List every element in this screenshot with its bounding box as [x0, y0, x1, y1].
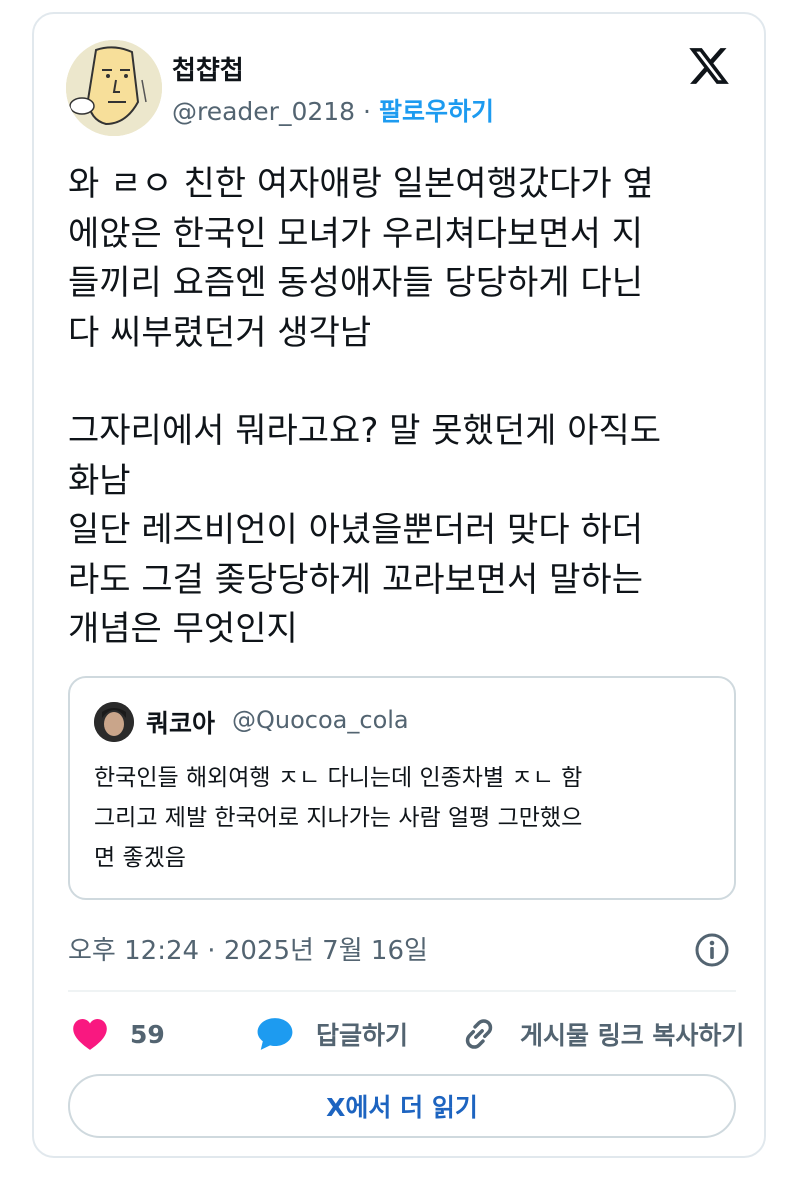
handle-separator: · — [363, 97, 371, 126]
author-avatar-image — [66, 40, 162, 136]
author-avatar[interactable] — [66, 40, 162, 136]
tweet-line: 라도 그걸 좆당당하게 꼬라보면서 말하는 — [68, 559, 643, 600]
quoted-tweet[interactable]: 쿼코아 @Quocoa_cola 한국인들 해외여행 ㅈㄴ 다니는데 인종차별 … — [68, 676, 736, 900]
reply-label: 답글하기 — [316, 1021, 409, 1050]
heart-icon — [73, 1019, 107, 1050]
copy-link-label: 게시물 링크 복사하기 — [520, 1021, 745, 1050]
quoted-line: 그리고 제발 한국어로 지나가는 사람 얼평 그만했으 — [94, 805, 583, 831]
divider — [68, 990, 736, 992]
quoted-line: 한국인들 해외여행 ㅈㄴ 다니는데 인종차별 ㅈㄴ 함 — [94, 765, 583, 791]
link-icon — [465, 1019, 493, 1049]
speech-bubble-icon — [257, 1018, 293, 1050]
x-logo-icon[interactable] — [686, 44, 732, 88]
tweet-line: 들끼리 요즘엔 동성애자들 당당하게 다닌 — [68, 263, 643, 303]
quoted-author-avatar — [94, 702, 134, 742]
tweet-line: 다 씨부렸던거 생각남 — [68, 312, 372, 353]
quoted-line: 면 좋겠음 — [94, 845, 186, 871]
tweet-line: 그자리에서 뭐라고요? 말 못했던게 아직도 — [68, 411, 662, 451]
tweet-line: 개념은 무엇인지 — [68, 609, 298, 649]
follow-button[interactable]: 팔로우하기 — [379, 97, 494, 126]
author-handle[interactable]: @reader_0218 — [172, 97, 355, 126]
author-display-name[interactable]: 첩챱첩 — [172, 50, 244, 87]
read-more-button[interactable]: X에서 더 읽기 — [68, 1074, 736, 1138]
like-button[interactable]: 59 — [72, 1010, 165, 1058]
action-bar: 59 답글하기 게시물 링크 복사하기 — [68, 1010, 748, 1058]
tweet-line: 에앉은 한국인 모녀가 우리쳐다보면서 지 — [68, 213, 643, 254]
embedded-tweet-card: 첩챱첩 @reader_0218 · 팔로우하기 와 ㄹㅇ 친한 여자애랑 일본… — [32, 12, 766, 1158]
author-handle-row: @reader_0218 · 팔로우하기 — [172, 92, 494, 128]
info-icon[interactable] — [694, 932, 730, 968]
quoted-author-name: 쿼코아 — [146, 709, 216, 738]
tweet-line: 화남 — [68, 460, 131, 501]
like-count: 59 — [130, 1019, 165, 1049]
reply-button[interactable]: 답글하기 — [256, 1010, 408, 1058]
tweet-text: 와 ㄹㅇ 친한 여자애랑 일본여행갔다가 옆 에앉은 한국인 모녀가 우리쳐다보… — [68, 160, 740, 655]
quoted-author-avatar-image — [94, 702, 134, 742]
quoted-tweet-text: 한국인들 해외여행 ㅈㄴ 다니는데 인종차별 ㅈㄴ 함 그리고 제발 한국어로 … — [94, 758, 714, 878]
tweet-timestamp[interactable]: 오후 12:24 · 2025년 7월 16일 — [68, 930, 428, 967]
tweet-line: 와 ㄹㅇ 친한 여자애랑 일본여행갔다가 옆 — [68, 164, 654, 204]
copy-link-button[interactable]: 게시물 링크 복사하기 — [460, 1010, 744, 1058]
tweet-line: 일단 레즈비언이 아녔을뿐더러 맞다 하더 — [68, 510, 643, 550]
quoted-author-handle: @Quocoa_cola — [232, 706, 409, 734]
